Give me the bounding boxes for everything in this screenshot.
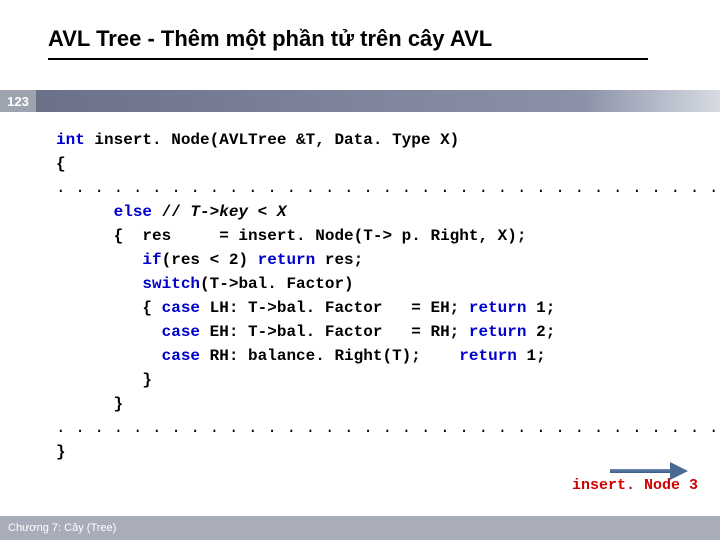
code-text: { res = insert. Node(T-> p. Right, X); <box>56 227 526 245</box>
code-text: . . . . . . . . . . . . . . . . . . . . … <box>56 419 720 437</box>
kw-int: int <box>56 131 85 149</box>
code-text: // <box>152 203 190 221</box>
code-text <box>56 203 114 221</box>
kw-case: case <box>162 323 200 341</box>
footer-text: Chương 7: Cây (Tree) <box>8 522 116 534</box>
kw-else: else <box>114 203 152 221</box>
kw-return: return <box>459 347 517 365</box>
kw-case: case <box>162 299 200 317</box>
code-text: } <box>56 395 123 413</box>
code-text: res; <box>315 251 363 269</box>
arrow-shaft <box>610 469 672 473</box>
gradient-bar <box>36 90 720 112</box>
code-text: . . . . . . . . . . . . . . . . . . . . … <box>56 179 720 197</box>
code-text <box>56 323 162 341</box>
slide-tag: insert. Node 3 <box>572 477 698 494</box>
title-underline <box>48 58 648 60</box>
code-text: (res < 2) <box>162 251 258 269</box>
code-text: RH: balance. Right(T); <box>200 347 459 365</box>
code-text: { <box>56 299 162 317</box>
code-text: 1; <box>517 347 546 365</box>
code-block: int insert. Node(AVLTree &T, Data. Type … <box>56 128 720 464</box>
slide-title: AVL Tree - Thêm một phần tử trên cây AVL <box>48 26 492 52</box>
page-number: 123 <box>0 90 36 112</box>
kw-return: return <box>258 251 316 269</box>
kw-return: return <box>469 299 527 317</box>
kw-if: if <box>142 251 161 269</box>
slide: AVL Tree - Thêm một phần tử trên cây AVL… <box>0 0 720 540</box>
footer-bar: Chương 7: Cây (Tree) <box>0 516 720 540</box>
code-text <box>56 251 142 269</box>
code-comment: T->key < X <box>190 203 286 221</box>
code-text: (T->bal. Factor) <box>200 275 354 293</box>
kw-return: return <box>469 323 527 341</box>
kw-switch: switch <box>142 275 200 293</box>
code-text <box>56 347 162 365</box>
code-text: } <box>56 443 66 461</box>
code-text: 1; <box>526 299 555 317</box>
code-text: LH: T->bal. Factor = EH; <box>200 299 469 317</box>
code-text: 2; <box>526 323 555 341</box>
code-text: insert. Node(AVLTree &T, Data. Type X) <box>85 131 459 149</box>
kw-case: case <box>162 347 200 365</box>
header-bar: 123 <box>0 90 720 112</box>
code-text: { <box>56 155 66 173</box>
code-text: } <box>56 371 152 389</box>
code-text <box>56 275 142 293</box>
code-text: EH: T->bal. Factor = RH; <box>200 323 469 341</box>
